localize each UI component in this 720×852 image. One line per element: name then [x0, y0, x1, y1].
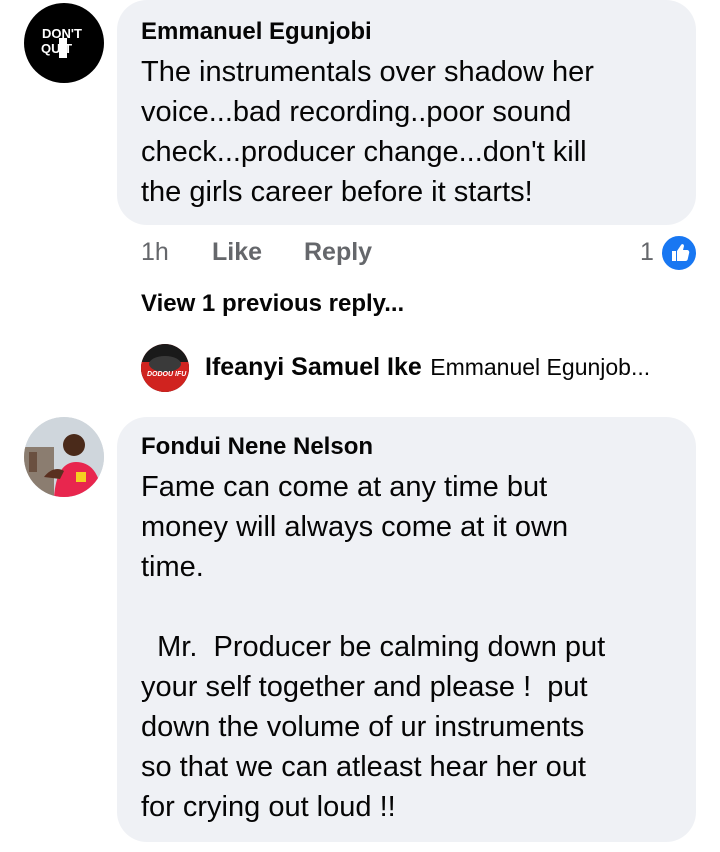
reply-preview-text[interactable]: Emmanuel Egunjob... — [430, 354, 650, 380]
comment-bubble: Fondui Nene Nelson Fame can come at any … — [117, 417, 696, 842]
dont-quit-logo: DON'T QUIT — [41, 25, 87, 61]
view-previous-replies-link[interactable]: View 1 previous reply... — [141, 290, 404, 318]
comment-author[interactable]: Fondui Nene Nelson — [141, 433, 373, 461]
reply-button[interactable]: Reply — [304, 238, 372, 267]
reaction-count[interactable]: 1 — [640, 238, 654, 267]
logo-text-bottom: QUIT — [41, 41, 73, 56]
comment-text: Fame can come at any time but money will… — [141, 471, 606, 823]
like-reaction-icon[interactable] — [660, 234, 698, 272]
avatar-emmanuel-egunjobi[interactable]: DON'T QUIT — [24, 3, 104, 83]
comment-bubble: Emmanuel Egunjobi The instrumentals over… — [117, 0, 696, 225]
avatar-fondui-nene-nelson[interactable] — [24, 417, 104, 497]
like-button[interactable]: Like — [212, 238, 262, 267]
comment-author[interactable]: Emmanuel Egunjobi — [141, 18, 372, 46]
comment-timestamp[interactable]: 1h — [141, 238, 169, 267]
reply-author[interactable]: Ifeanyi Samuel Ike — [205, 353, 422, 381]
avatar-brand-text: DODOU IFU — [147, 371, 187, 378]
comment-text: The instrumentals over shadow her voice.… — [141, 56, 594, 208]
avatar-ifeanyi-samuel-ike[interactable]: DODOU IFU — [141, 344, 189, 392]
